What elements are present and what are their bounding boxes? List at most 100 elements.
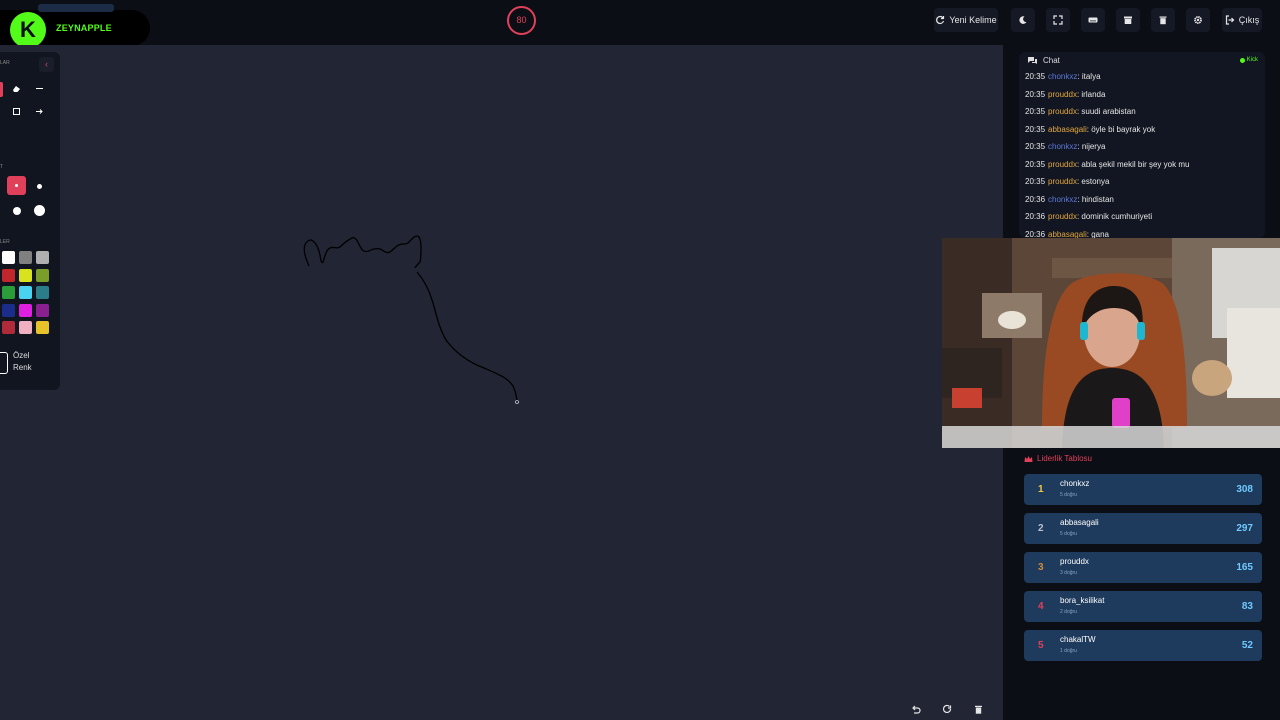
kick-logo: K: [10, 12, 46, 48]
color-swatch[interactable]: [19, 321, 32, 334]
color-swatch[interactable]: [19, 286, 32, 299]
message-text: öyle bi bayrak yok: [1091, 124, 1156, 134]
chat-panel: Chat Kick 20:35 chonkxz: italya 20:35 proud…: [1019, 52, 1265, 238]
message-time: 20:35: [1025, 107, 1046, 116]
player-name: bora_ksilikat: [1060, 596, 1105, 605]
new-word-button[interactable]: Yeni Kelime: [934, 8, 998, 32]
square-icon: [13, 108, 20, 115]
color-swatch[interactable]: [2, 286, 15, 299]
undo-button[interactable]: [905, 700, 925, 718]
message-user[interactable]: chonkxz: [1048, 195, 1077, 204]
pen-tool-active[interactable]: [0, 82, 3, 97]
message-time: 20:36: [1025, 212, 1046, 221]
archive-button[interactable]: [1116, 8, 1140, 32]
keyboard-button[interactable]: [1081, 8, 1105, 32]
chat-messages: 20:35 chonkxz: italya 20:35 prouddx: irland…: [1025, 68, 1263, 238]
brush-size-small[interactable]: [7, 176, 26, 195]
crown-icon: [1024, 455, 1033, 462]
leaderboard-title: Liderlik Tablosu: [1024, 454, 1092, 463]
message-time: 20:35: [1025, 177, 1046, 186]
leaderboard-row: 4 bora_ksilikat 2 doğru 83: [1024, 591, 1262, 622]
rank-number: 3: [1038, 562, 1044, 573]
chat-source-label: Kick: [1246, 57, 1258, 63]
player-score: 165: [1236, 562, 1253, 573]
arrow-tool[interactable]: [32, 104, 47, 119]
leaderboard-row: 3 prouddx 3 doğru 165: [1024, 552, 1262, 583]
color-swatch[interactable]: [36, 251, 49, 264]
message-user[interactable]: prouddx: [1048, 90, 1077, 99]
clear-button[interactable]: [1151, 8, 1175, 32]
message-user[interactable]: prouddx: [1048, 160, 1077, 169]
dot-icon: [12, 206, 21, 215]
custom-color-swatch[interactable]: [0, 352, 8, 374]
brush-size-large[interactable]: [9, 203, 24, 218]
color-swatch[interactable]: [2, 251, 15, 264]
message-time: 20:36: [1025, 229, 1046, 239]
message-user[interactable]: abbasagali: [1048, 230, 1087, 239]
message-text: suudi arabistan: [1081, 107, 1136, 116]
color-swatch[interactable]: [19, 268, 32, 282]
eraser-icon: [13, 86, 20, 92]
message-user[interactable]: prouddx: [1048, 212, 1077, 221]
clear-canvas-button[interactable]: [968, 700, 988, 718]
chat-message: 20:35 prouddx: irlanda: [1025, 86, 1263, 104]
message-time: 20:36: [1025, 194, 1046, 204]
eraser-tool[interactable]: [9, 81, 24, 96]
drawing-canvas[interactable]: [0, 45, 1003, 720]
rank-number: 4: [1038, 601, 1044, 612]
brush-size-xlarge[interactable]: [32, 203, 47, 218]
color-swatch[interactable]: [36, 268, 49, 282]
color-swatch[interactable]: [2, 321, 15, 334]
leaderboard-row: 5 chakalTW 1 doğru 52: [1024, 630, 1262, 661]
color-swatch[interactable]: [2, 268, 15, 282]
rank-number: 2: [1038, 523, 1044, 534]
player-score: 297: [1236, 523, 1253, 534]
webcam-overlay: [942, 238, 1280, 448]
redo-icon: [942, 704, 951, 713]
fullscreen-button[interactable]: [1046, 8, 1070, 32]
arrow-right-icon: [36, 109, 43, 114]
player-name: chonkxz: [1060, 479, 1090, 488]
redo-button[interactable]: [937, 700, 957, 718]
correct-count: 3 doğru: [1060, 570, 1077, 576]
message-user[interactable]: prouddx: [1048, 177, 1077, 186]
message-text: dominik cumhuriyeti: [1081, 212, 1153, 221]
message-text: hindistan: [1081, 194, 1114, 204]
color-swatch[interactable]: [19, 303, 32, 317]
dot-icon: [15, 184, 18, 187]
color-swatch[interactable]: [36, 303, 49, 317]
logout-icon: [1225, 15, 1235, 25]
rank-number: 1: [1038, 484, 1044, 495]
collapse-panel-button[interactable]: ‹: [39, 57, 54, 72]
message-user[interactable]: chonkxz: [1048, 72, 1077, 81]
color-swatch[interactable]: [36, 321, 49, 334]
player-score: 52: [1241, 640, 1253, 651]
message-text: nijerya: [1081, 142, 1106, 151]
rank-number: 5: [1038, 640, 1044, 651]
chat-source-badge: Kick: [1239, 57, 1258, 63]
message-user[interactable]: chonkxz: [1048, 142, 1077, 151]
brush-size-medium[interactable]: [32, 179, 47, 194]
color-swatch[interactable]: [19, 251, 32, 264]
round-timer: 80: [507, 6, 536, 35]
color-swatch[interactable]: [2, 303, 15, 317]
color-swatch[interactable]: [36, 286, 49, 299]
rectangle-tool[interactable]: [9, 104, 24, 119]
line-tool[interactable]: [32, 81, 47, 96]
tools-section-label: LAR: [0, 60, 10, 66]
streamer-badge: K ZEYNAPPLE: [0, 4, 150, 48]
message-user[interactable]: prouddx: [1048, 107, 1077, 116]
leaderboard-row: 2 abbasagali 5 doğru 297: [1024, 513, 1262, 544]
settings-button[interactable]: [1186, 8, 1210, 32]
dot-icon: [34, 205, 45, 216]
message-time: 20:35: [1025, 72, 1046, 81]
logout-button[interactable]: Çıkış: [1222, 8, 1262, 32]
message-user[interactable]: abbasagali: [1048, 125, 1087, 134]
size-section-label: T: [0, 164, 4, 170]
leaderboard-title-text: Liderlik Tablosu: [1037, 454, 1092, 463]
message-text: irlanda: [1081, 89, 1106, 99]
theme-button[interactable]: [1011, 8, 1035, 32]
tab-indicator: [38, 4, 114, 12]
keyboard-icon: [1088, 17, 1098, 23]
custom-color-label: Özel Renk: [13, 351, 32, 372]
